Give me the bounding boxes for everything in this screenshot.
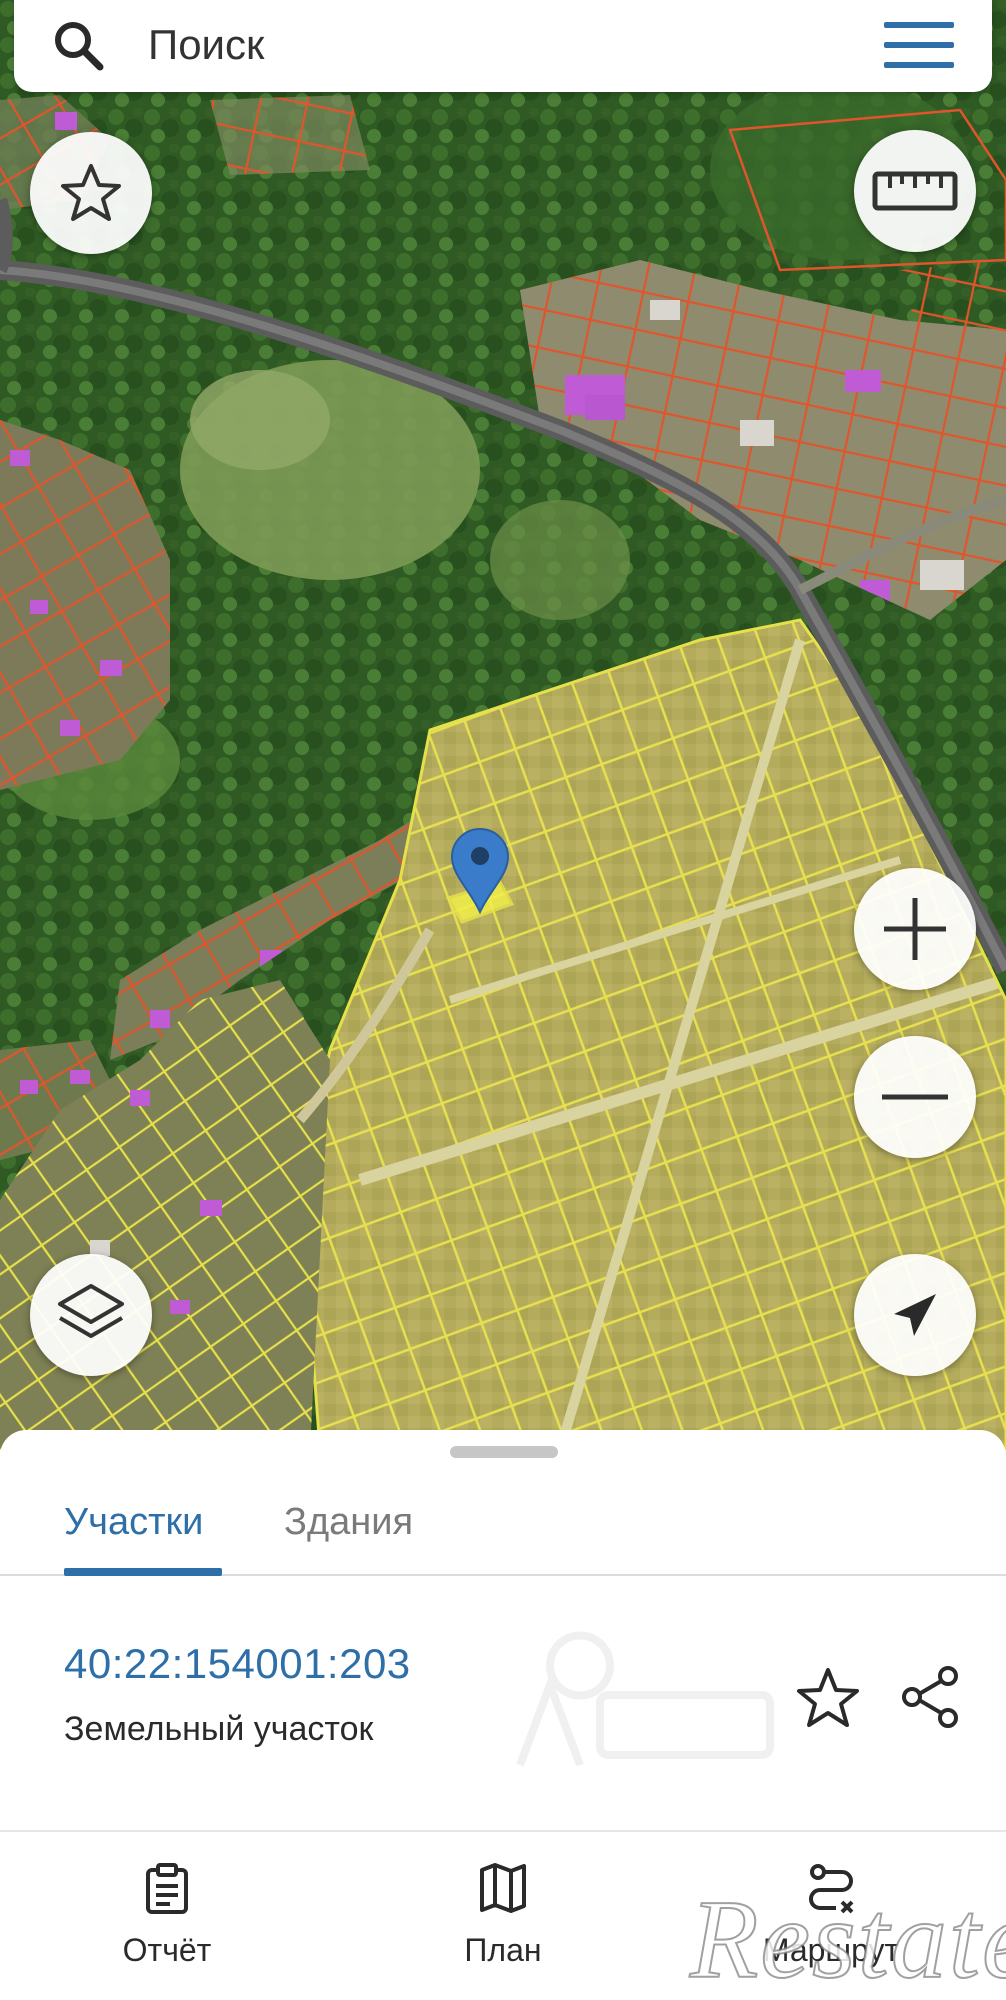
ruler-button[interactable] <box>854 130 976 252</box>
favorites-button[interactable] <box>30 132 152 254</box>
nav-plan-label: План <box>464 1932 542 1968</box>
layers-button[interactable] <box>30 1254 152 1376</box>
share-icon[interactable] <box>898 1664 964 1730</box>
search-input[interactable]: Поиск <box>148 20 264 70</box>
layers-icon <box>58 1284 124 1338</box>
satellite-map[interactable] <box>0 0 1006 1450</box>
sheet-drag-handle[interactable] <box>450 1446 558 1458</box>
clipboard-icon <box>146 1863 188 1914</box>
search-icon[interactable] <box>50 18 110 74</box>
tab-plots[interactable]: Участки <box>64 1500 203 1544</box>
zoom-in-button[interactable] <box>854 868 976 990</box>
star-icon[interactable] <box>796 1666 860 1730</box>
cadastral-number-link[interactable]: 40:22:154001:203 <box>64 1638 411 1690</box>
active-tab-indicator <box>64 1568 222 1576</box>
nav-report-label: Отчёт <box>122 1932 212 1968</box>
bottom-sheet[interactable]: Участки Здания 40:22:154001:203 Земельны… <box>0 1430 1006 1830</box>
search-bar[interactable]: Поиск <box>14 0 992 92</box>
locate-icon <box>894 1294 936 1336</box>
zoom-out-button[interactable] <box>854 1036 976 1158</box>
nav-plan[interactable]: План <box>378 1832 628 2000</box>
map-view[interactable] <box>0 0 1006 1450</box>
locate-button[interactable] <box>854 1254 976 1376</box>
map-icon <box>480 1863 526 1913</box>
zoom-out-icon <box>882 1094 948 1100</box>
restate-watermark: Restate <box>689 1878 1006 2000</box>
ruler-icon <box>872 171 958 211</box>
parcel-type-label: Земельный участок <box>64 1710 374 1748</box>
zoom-in-icon <box>884 898 946 960</box>
watermark-logo <box>516 1631 774 1767</box>
tab-buildings[interactable]: Здания <box>284 1500 413 1544</box>
tab-bar: Участки Здания <box>0 1470 1006 1576</box>
nav-report[interactable]: Отчёт <box>42 1832 292 2000</box>
menu-icon[interactable] <box>882 18 956 72</box>
star-icon <box>61 164 121 221</box>
